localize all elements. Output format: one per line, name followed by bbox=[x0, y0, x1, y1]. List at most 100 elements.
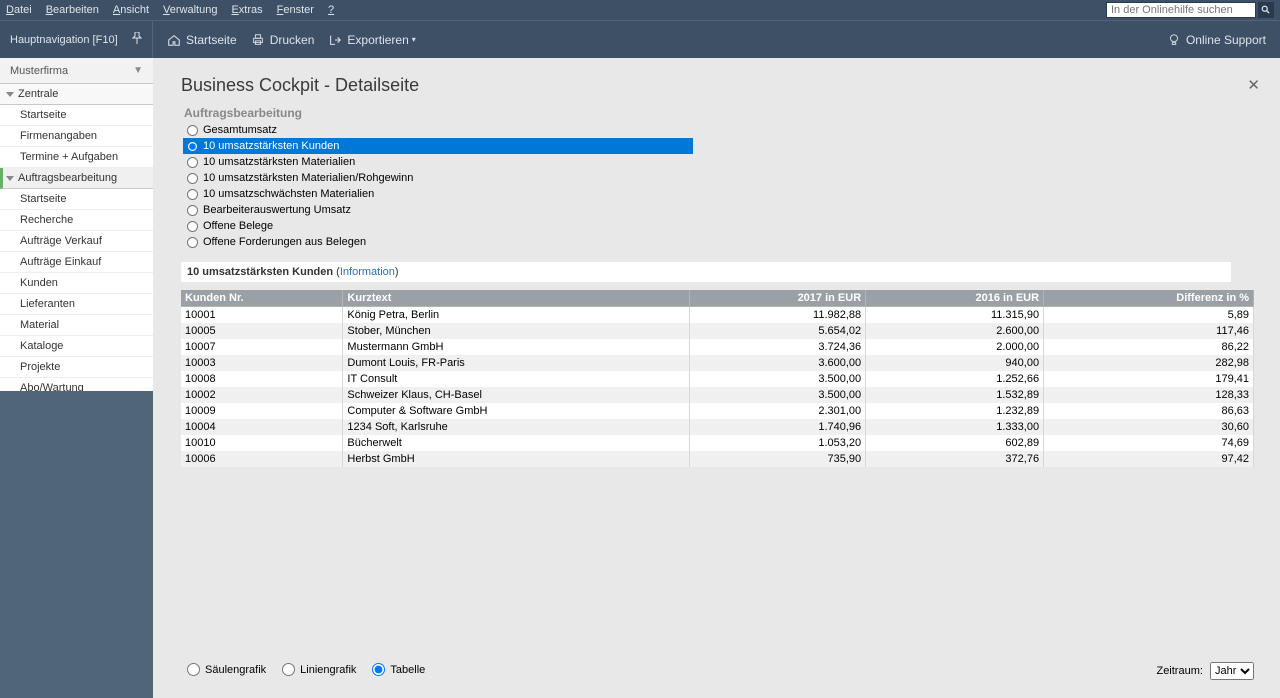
table-cell: 11.982,88 bbox=[690, 307, 866, 324]
home-button[interactable]: Startseite bbox=[167, 21, 237, 58]
table-cell: 372,76 bbox=[866, 451, 1044, 467]
sidebar-item-startseite[interactable]: Startseite bbox=[0, 189, 153, 210]
report-option-radio[interactable] bbox=[187, 173, 198, 184]
period-select[interactable]: Jahr bbox=[1210, 662, 1254, 680]
table-cell: Schweizer Klaus, CH-Basel bbox=[343, 387, 690, 403]
close-icon[interactable]: ✕ bbox=[1241, 74, 1266, 96]
report-option[interactable]: 10 umsatzstärksten Materialien bbox=[183, 154, 1266, 170]
help-search-input[interactable] bbox=[1106, 2, 1256, 18]
table-row[interactable]: 10007Mustermann GmbH3.724,362.000,0086,2… bbox=[181, 339, 1254, 355]
table-header[interactable]: Differenz in % bbox=[1044, 290, 1254, 307]
report-option[interactable]: Bearbeiterauswertung Umsatz bbox=[183, 202, 1266, 218]
sidebar-item-auftragsbearbeitung[interactable]: Auftragsbearbeitung bbox=[0, 168, 153, 189]
table-cell: 117,46 bbox=[1044, 323, 1254, 339]
sidebar-item-kunden[interactable]: Kunden bbox=[0, 273, 153, 294]
pin-icon[interactable] bbox=[132, 32, 142, 47]
sidebar-item-auftr-ge-einkauf[interactable]: Aufträge Einkauf bbox=[0, 252, 153, 273]
search-icon[interactable] bbox=[1258, 2, 1274, 18]
table-cell: Stober, München bbox=[343, 323, 690, 339]
report-option-radio[interactable] bbox=[187, 125, 198, 136]
export-button[interactable]: Exportieren ▾ bbox=[328, 21, 415, 58]
table-header[interactable]: Kurztext bbox=[343, 290, 690, 307]
menu-?[interactable]: ? bbox=[328, 4, 334, 16]
print-button[interactable]: Drucken bbox=[251, 21, 315, 58]
table-header[interactable]: 2016 in EUR bbox=[866, 290, 1044, 307]
report-option-radio[interactable] bbox=[187, 221, 198, 232]
table-row[interactable]: 100041234 Soft, Karlsruhe1.740,961.333,0… bbox=[181, 419, 1254, 435]
report-option-radio[interactable] bbox=[187, 189, 198, 200]
view-option-radio[interactable] bbox=[372, 663, 385, 676]
report-option-radio[interactable] bbox=[187, 205, 198, 216]
report-option[interactable]: Offene Forderungen aus Belegen bbox=[183, 234, 1266, 250]
sidebar: Musterfirma ▼ ZentraleStartseiteFirmenan… bbox=[0, 58, 153, 698]
table-subtitle: 10 umsatzstärksten Kunden (Information) bbox=[181, 262, 1231, 282]
report-option[interactable]: 10 umsatzstärksten Materialien/Rohgewinn bbox=[183, 170, 1266, 186]
info-link[interactable]: Information bbox=[340, 266, 395, 278]
sidebar-item-label: Aufträge Verkauf bbox=[20, 235, 102, 247]
table-cell: König Petra, Berlin bbox=[343, 307, 690, 324]
sidebar-item-startseite[interactable]: Startseite bbox=[0, 105, 153, 126]
table-header[interactable]: 2017 in EUR bbox=[690, 290, 866, 307]
report-option[interactable]: 10 umsatzstärksten Kunden bbox=[183, 138, 693, 154]
sidebar-item-auftr-ge-verkauf[interactable]: Aufträge Verkauf bbox=[0, 231, 153, 252]
sidebar-item-material[interactable]: Material bbox=[0, 315, 153, 336]
sidebar-item-lieferanten[interactable]: Lieferanten bbox=[0, 294, 153, 315]
menu-fenster[interactable]: Fenster bbox=[277, 4, 314, 16]
table-header[interactable]: Kunden Nr. bbox=[181, 290, 343, 307]
sidebar-item-label: Aufträge Einkauf bbox=[20, 256, 101, 268]
view-option[interactable]: Tabelle bbox=[372, 663, 425, 676]
table-row[interactable]: 10003Dumont Louis, FR-Paris3.600,00940,0… bbox=[181, 355, 1254, 371]
sidebar-item-label: Kunden bbox=[20, 277, 58, 289]
chevron-down-icon: ▾ bbox=[412, 35, 416, 44]
table-row[interactable]: 10010Bücherwelt1.053,20602,8974,69 bbox=[181, 435, 1254, 451]
table-cell: 10009 bbox=[181, 403, 343, 419]
table-row[interactable]: 10001König Petra, Berlin11.982,8811.315,… bbox=[181, 307, 1254, 324]
report-option-radio[interactable] bbox=[187, 141, 198, 152]
table-cell: 602,89 bbox=[866, 435, 1044, 451]
print-icon bbox=[251, 33, 265, 47]
table-row[interactable]: 10008IT Consult3.500,001.252,66179,41 bbox=[181, 371, 1254, 387]
sidebar-item-label: Material bbox=[20, 319, 59, 331]
table-cell: 940,00 bbox=[866, 355, 1044, 371]
view-option-radio[interactable] bbox=[187, 663, 200, 676]
table-cell: 1.333,00 bbox=[866, 419, 1044, 435]
menu-bearbeiten[interactable]: Bearbeiten bbox=[46, 4, 99, 16]
report-option-radio[interactable] bbox=[187, 237, 198, 248]
online-support-button[interactable]: Online Support bbox=[1167, 21, 1266, 58]
view-option[interactable]: Säulengrafik bbox=[187, 663, 266, 676]
menu-ansicht[interactable]: Ansicht bbox=[113, 4, 149, 16]
sidebar-item-zentrale[interactable]: Zentrale bbox=[0, 84, 153, 105]
sidebar-item-projekte[interactable]: Projekte bbox=[0, 357, 153, 378]
report-option[interactable]: Offene Belege bbox=[183, 218, 1266, 234]
menu-extras[interactable]: Extras bbox=[231, 4, 262, 16]
report-option[interactable]: 10 umsatzschwächsten Materialien bbox=[183, 186, 1266, 202]
table-row[interactable]: 10002Schweizer Klaus, CH-Basel3.500,001.… bbox=[181, 387, 1254, 403]
table-cell: 3.500,00 bbox=[690, 387, 866, 403]
table-cell: 5,89 bbox=[1044, 307, 1254, 324]
table-cell: 735,90 bbox=[690, 451, 866, 467]
view-option-radio[interactable] bbox=[282, 663, 295, 676]
table-cell: 86,63 bbox=[1044, 403, 1254, 419]
export-icon bbox=[328, 33, 342, 47]
sidebar-header[interactable]: Musterfirma ▼ bbox=[0, 58, 153, 84]
table-row[interactable]: 10005Stober, München5.654,022.600,00117,… bbox=[181, 323, 1254, 339]
table-cell: 2.600,00 bbox=[866, 323, 1044, 339]
sidebar-item-termine-aufgaben[interactable]: Termine + Aufgaben bbox=[0, 147, 153, 168]
sidebar-item-abo-wartung[interactable]: Abo/Wartung bbox=[0, 378, 153, 391]
sidebar-item-firmenangaben[interactable]: Firmenangaben bbox=[0, 126, 153, 147]
report-option[interactable]: Gesamtumsatz bbox=[183, 122, 1266, 138]
table-row[interactable]: 10009Computer & Software GmbH2.301,001.2… bbox=[181, 403, 1254, 419]
table-cell: 3.724,36 bbox=[690, 339, 866, 355]
view-option[interactable]: Liniengrafik bbox=[282, 663, 356, 676]
sidebar-item-kataloge[interactable]: Kataloge bbox=[0, 336, 153, 357]
print-label: Drucken bbox=[270, 33, 315, 47]
menu-verwaltung[interactable]: Verwaltung bbox=[163, 4, 217, 16]
menu-datei[interactable]: Datei bbox=[6, 4, 32, 16]
report-option-radio[interactable] bbox=[187, 157, 198, 168]
sidebar-item-recherche[interactable]: Recherche bbox=[0, 210, 153, 231]
report-option-label: Offene Forderungen aus Belegen bbox=[203, 236, 366, 248]
view-option-label: Tabelle bbox=[390, 664, 425, 676]
table-row[interactable]: 10006Herbst GmbH735,90372,7697,42 bbox=[181, 451, 1254, 467]
sidebar-item-label: Abo/Wartung bbox=[20, 382, 84, 391]
sidebar-item-label: Recherche bbox=[20, 214, 73, 226]
